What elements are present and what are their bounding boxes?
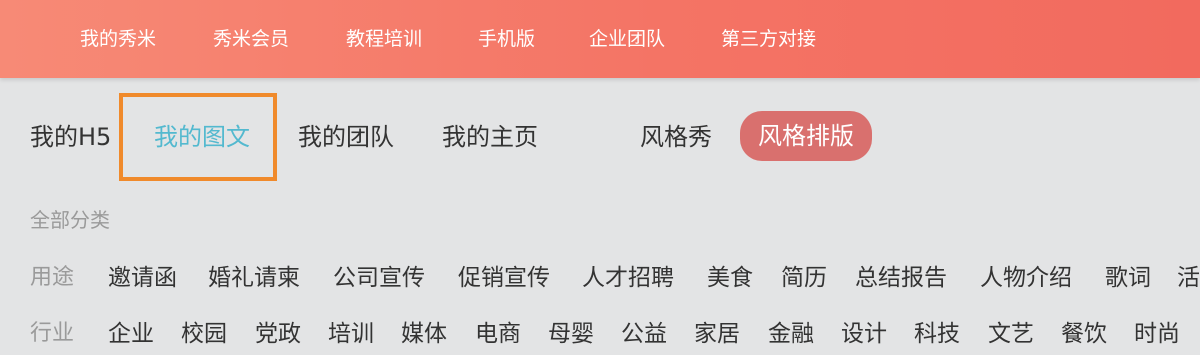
industry-item[interactable]: 媒体 [401,314,447,348]
nav-item-third-party[interactable]: 第三方对接 [721,22,816,56]
tab-my-team[interactable]: 我的团队 [298,116,394,158]
industry-label: 行业 [30,321,75,346]
industry-item[interactable]: 校园 [181,314,227,348]
tab-style-layout[interactable]: 风格排版 [740,111,872,161]
tab-my-h5[interactable]: 我的H5 [30,116,111,158]
usage-item[interactable]: 美食 [707,258,753,292]
industry-item[interactable]: 设计 [841,314,887,348]
usage-item[interactable]: 邀请函 [108,258,177,292]
usage-label: 用途 [30,265,75,290]
usage-item[interactable]: 活 [1177,258,1200,292]
industry-item[interactable]: 科技 [914,314,960,348]
usage-item[interactable]: 简历 [781,258,827,292]
usage-item[interactable]: 促销宣传 [458,258,550,292]
tab-my-homepage[interactable]: 我的主页 [442,116,538,158]
nav-item-mobile[interactable]: 手机版 [478,22,535,56]
industry-item[interactable]: 党政 [255,314,301,348]
usage-item[interactable]: 人物介绍 [980,258,1072,292]
nav-item-enterprise-team[interactable]: 企业团队 [589,22,665,56]
top-nav-bar: 我的秀米 秀米会员 教程培训 手机版 企业团队 第三方对接 [0,0,1200,78]
usage-item[interactable]: 公司宣传 [333,258,425,292]
industry-item[interactable]: 家居 [694,314,740,348]
usage-item[interactable]: 歌词 [1105,258,1151,292]
tab-style-show[interactable]: 风格秀 [640,116,712,158]
industry-item[interactable]: 文艺 [988,314,1034,348]
industry-item[interactable]: 金融 [768,314,814,348]
industry-item[interactable]: 时尚 [1134,314,1180,348]
nav-item-tutorial-training[interactable]: 教程培训 [346,22,422,56]
nav-item-my-xiumi[interactable]: 我的秀米 [80,22,156,56]
industry-item[interactable]: 餐饮 [1061,314,1107,348]
industry-item[interactable]: 公益 [621,314,667,348]
tab-my-articles[interactable]: 我的图文 [154,116,250,158]
all-categories-title[interactable]: 全部分类 [30,204,110,233]
industry-item[interactable]: 企业 [108,314,154,348]
industry-item[interactable]: 母婴 [548,314,594,348]
usage-item[interactable]: 人才招聘 [582,258,674,292]
usage-item[interactable]: 总结报告 [855,258,947,292]
usage-item[interactable]: 婚礼请柬 [208,258,300,292]
nav-item-membership[interactable]: 秀米会员 [213,22,289,56]
industry-item[interactable]: 培训 [328,314,374,348]
industry-item[interactable]: 电商 [475,314,521,348]
